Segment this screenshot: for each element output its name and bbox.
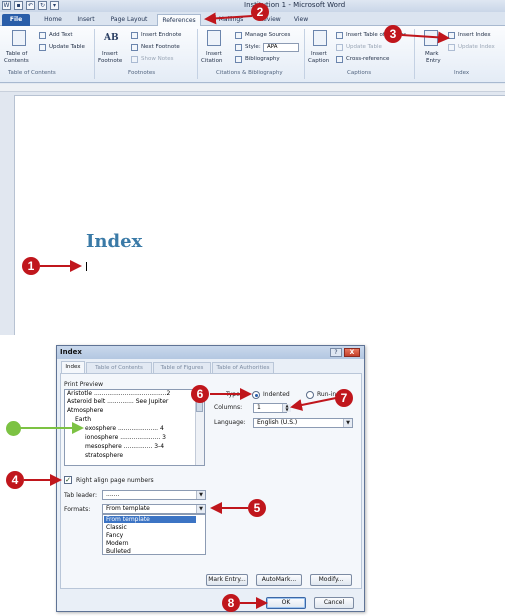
callout-badge: 8 <box>222 594 240 612</box>
callout-badge: 1 <box>22 257 40 275</box>
callout-badge: 6 <box>191 385 209 403</box>
callout-badge: 2 <box>251 3 269 21</box>
green-marker-dot <box>6 421 21 436</box>
annotation-arrows <box>16 12 450 609</box>
callout-badge: 3 <box>384 25 402 43</box>
callout-7-arrow <box>290 397 337 411</box>
callout-badge: 5 <box>248 499 266 517</box>
callout-badge: 7 <box>335 389 353 407</box>
callout-badge: 4 <box>6 471 24 489</box>
callout-2-arrow <box>204 12 253 25</box>
callout-3-arrow <box>401 31 450 44</box>
